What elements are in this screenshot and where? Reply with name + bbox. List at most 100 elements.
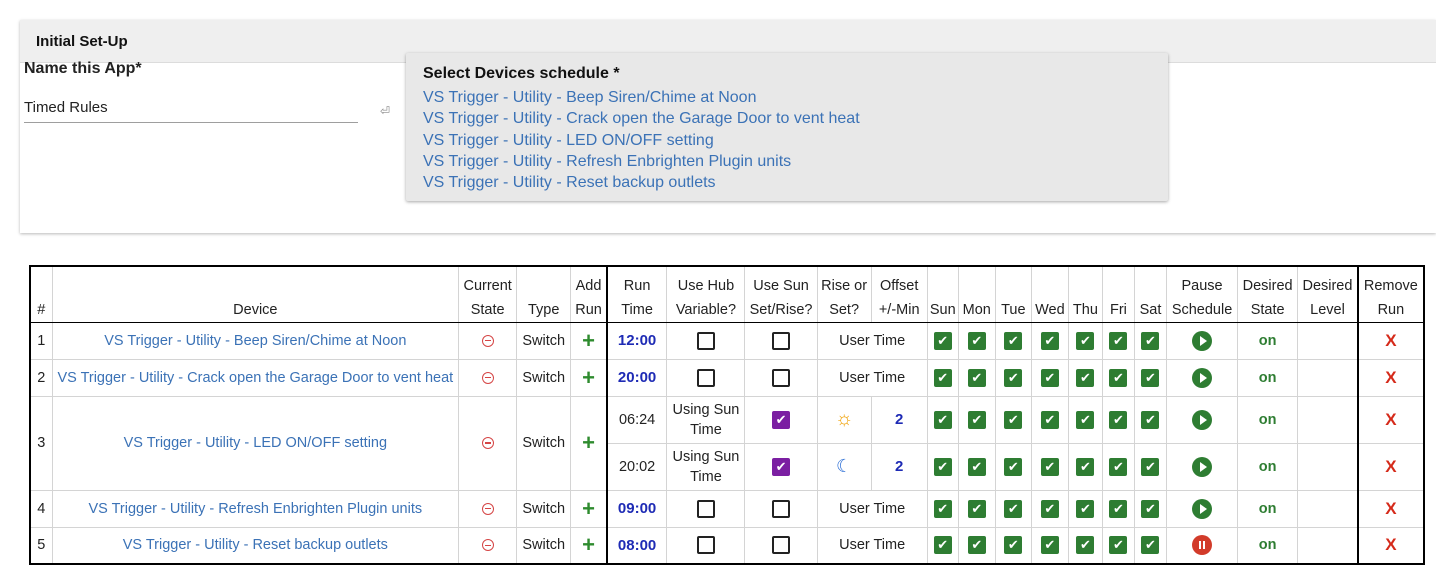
current-state-off-icon[interactable] (481, 371, 494, 384)
run-time[interactable]: 08:00 (605, 526, 668, 565)
day-sat-checkbox[interactable]: ✔ (1141, 457, 1160, 476)
selected-device-item[interactable]: VS Trigger - Utility - Reset backup outl… (423, 172, 860, 193)
add-run-button[interactable]: + (582, 365, 595, 390)
use-hub-checkbox[interactable] (696, 536, 715, 555)
select-devices-box[interactable]: Select Devices schedule * VS Trigger - U… (406, 53, 1168, 201)
day-sat-checkbox[interactable]: ✔ (1141, 536, 1160, 555)
day-wed-checkbox[interactable]: ✔ (1040, 331, 1059, 350)
day-fri-checkbox[interactable]: ✔ (1109, 368, 1128, 387)
day-mon-checkbox[interactable]: ✔ (967, 410, 986, 429)
day-thu-checkbox[interactable]: ✔ (1076, 536, 1095, 555)
sunset-moon-icon[interactable]: ☾ (836, 456, 852, 476)
play-icon[interactable] (1192, 409, 1213, 430)
day-fri-checkbox[interactable]: ✔ (1109, 536, 1128, 555)
use-hub-checkbox[interactable] (696, 331, 715, 350)
day-wed-checkbox[interactable]: ✔ (1040, 410, 1059, 429)
run-time[interactable]: 12:00 (605, 321, 668, 360)
day-sun-checkbox[interactable]: ✔ (933, 457, 952, 476)
day-sat-checkbox[interactable]: ✔ (1141, 368, 1160, 387)
desired-state[interactable]: on (1237, 358, 1299, 397)
current-state-off-icon[interactable] (481, 334, 494, 347)
add-run-button[interactable]: + (582, 532, 595, 557)
current-state-off-icon[interactable] (481, 502, 494, 515)
use-sun-checkbox[interactable] (772, 536, 791, 555)
use-sun-checkbox[interactable] (772, 331, 791, 350)
device-link[interactable]: VS Trigger - Utility - Refresh Enbrighte… (51, 489, 460, 528)
desired-state[interactable]: on (1237, 395, 1299, 444)
desired-level[interactable] (1297, 321, 1359, 360)
device-link[interactable]: VS Trigger - Utility - Reset backup outl… (51, 526, 460, 565)
current-state-off-icon[interactable] (481, 539, 494, 552)
selected-device-item[interactable]: VS Trigger - Utility - Crack open the Ga… (423, 108, 860, 129)
use-sun-checkbox[interactable] (772, 499, 791, 518)
day-wed-checkbox[interactable]: ✔ (1040, 457, 1059, 476)
use-sun-checkbox[interactable]: ✔ (772, 410, 791, 429)
day-wed-checkbox[interactable]: ✔ (1040, 368, 1059, 387)
day-tue-checkbox[interactable]: ✔ (1004, 499, 1023, 518)
day-tue-checkbox[interactable]: ✔ (1004, 457, 1023, 476)
sunrise-icon[interactable]: ☼ (835, 408, 853, 430)
selected-device-item[interactable]: VS Trigger - Utility - Beep Siren/Chime … (423, 87, 860, 108)
day-sat-checkbox[interactable]: ✔ (1141, 331, 1160, 350)
play-icon[interactable] (1192, 498, 1213, 519)
device-link[interactable]: VS Trigger - Utility - Beep Siren/Chime … (51, 321, 460, 360)
use-sun-checkbox[interactable] (772, 368, 791, 387)
day-tue-checkbox[interactable]: ✔ (1004, 331, 1023, 350)
remove-run-button[interactable]: X (1356, 442, 1425, 491)
desired-level[interactable] (1297, 489, 1359, 528)
play-icon[interactable] (1192, 367, 1213, 388)
day-tue-checkbox[interactable]: ✔ (1004, 410, 1023, 429)
selected-device-item[interactable]: VS Trigger - Utility - Refresh Enbrighte… (423, 151, 860, 172)
day-wed-checkbox[interactable]: ✔ (1040, 499, 1059, 518)
use-hub-checkbox[interactable] (696, 368, 715, 387)
day-sat-checkbox[interactable]: ✔ (1141, 410, 1160, 429)
run-time[interactable]: 09:00 (605, 489, 668, 528)
desired-state[interactable]: on (1237, 526, 1299, 565)
day-thu-checkbox[interactable]: ✔ (1076, 499, 1095, 518)
day-sun-checkbox[interactable]: ✔ (933, 499, 952, 518)
desired-state[interactable]: on (1237, 321, 1299, 360)
selected-device-item[interactable]: VS Trigger - Utility - LED ON/OFF settin… (423, 130, 860, 151)
day-mon-checkbox[interactable]: ✔ (967, 536, 986, 555)
day-tue-checkbox[interactable]: ✔ (1004, 368, 1023, 387)
play-icon[interactable] (1192, 456, 1213, 477)
remove-run-button[interactable]: X (1356, 358, 1425, 397)
day-mon-checkbox[interactable]: ✔ (967, 331, 986, 350)
run-time[interactable]: 20:00 (605, 358, 668, 397)
play-icon[interactable] (1192, 330, 1213, 351)
day-fri-checkbox[interactable]: ✔ (1109, 331, 1128, 350)
desired-state[interactable]: on (1237, 489, 1299, 528)
device-link[interactable]: VS Trigger - Utility - Crack open the Ga… (51, 358, 460, 397)
day-wed-checkbox[interactable]: ✔ (1040, 536, 1059, 555)
day-sun-checkbox[interactable]: ✔ (933, 536, 952, 555)
add-run-button[interactable]: + (582, 496, 595, 521)
offset-value[interactable]: 2 (870, 395, 928, 444)
desired-state[interactable]: on (1237, 442, 1299, 491)
day-fri-checkbox[interactable]: ✔ (1109, 499, 1128, 518)
use-sun-checkbox[interactable]: ✔ (772, 457, 791, 476)
day-sun-checkbox[interactable]: ✔ (933, 410, 952, 429)
desired-level[interactable] (1297, 358, 1359, 397)
day-thu-checkbox[interactable]: ✔ (1076, 457, 1095, 476)
add-run-button[interactable]: + (582, 430, 595, 455)
day-mon-checkbox[interactable]: ✔ (967, 457, 986, 476)
offset-value[interactable]: 2 (870, 442, 928, 491)
desired-level[interactable] (1297, 526, 1359, 565)
device-link[interactable]: VS Trigger - Utility - LED ON/OFF settin… (51, 395, 460, 491)
day-thu-checkbox[interactable]: ✔ (1076, 410, 1095, 429)
day-thu-checkbox[interactable]: ✔ (1076, 331, 1095, 350)
day-sun-checkbox[interactable]: ✔ (933, 331, 952, 350)
current-state-off-icon[interactable] (481, 437, 494, 450)
day-tue-checkbox[interactable]: ✔ (1004, 536, 1023, 555)
remove-run-button[interactable]: X (1356, 321, 1425, 360)
day-fri-checkbox[interactable]: ✔ (1109, 457, 1128, 476)
day-mon-checkbox[interactable]: ✔ (967, 499, 986, 518)
day-fri-checkbox[interactable]: ✔ (1109, 410, 1128, 429)
desired-level[interactable] (1297, 395, 1359, 444)
desired-level[interactable] (1297, 442, 1359, 491)
day-sun-checkbox[interactable]: ✔ (933, 368, 952, 387)
remove-run-button[interactable]: X (1356, 395, 1425, 444)
day-mon-checkbox[interactable]: ✔ (967, 368, 986, 387)
remove-run-button[interactable]: X (1356, 526, 1425, 565)
day-thu-checkbox[interactable]: ✔ (1076, 368, 1095, 387)
